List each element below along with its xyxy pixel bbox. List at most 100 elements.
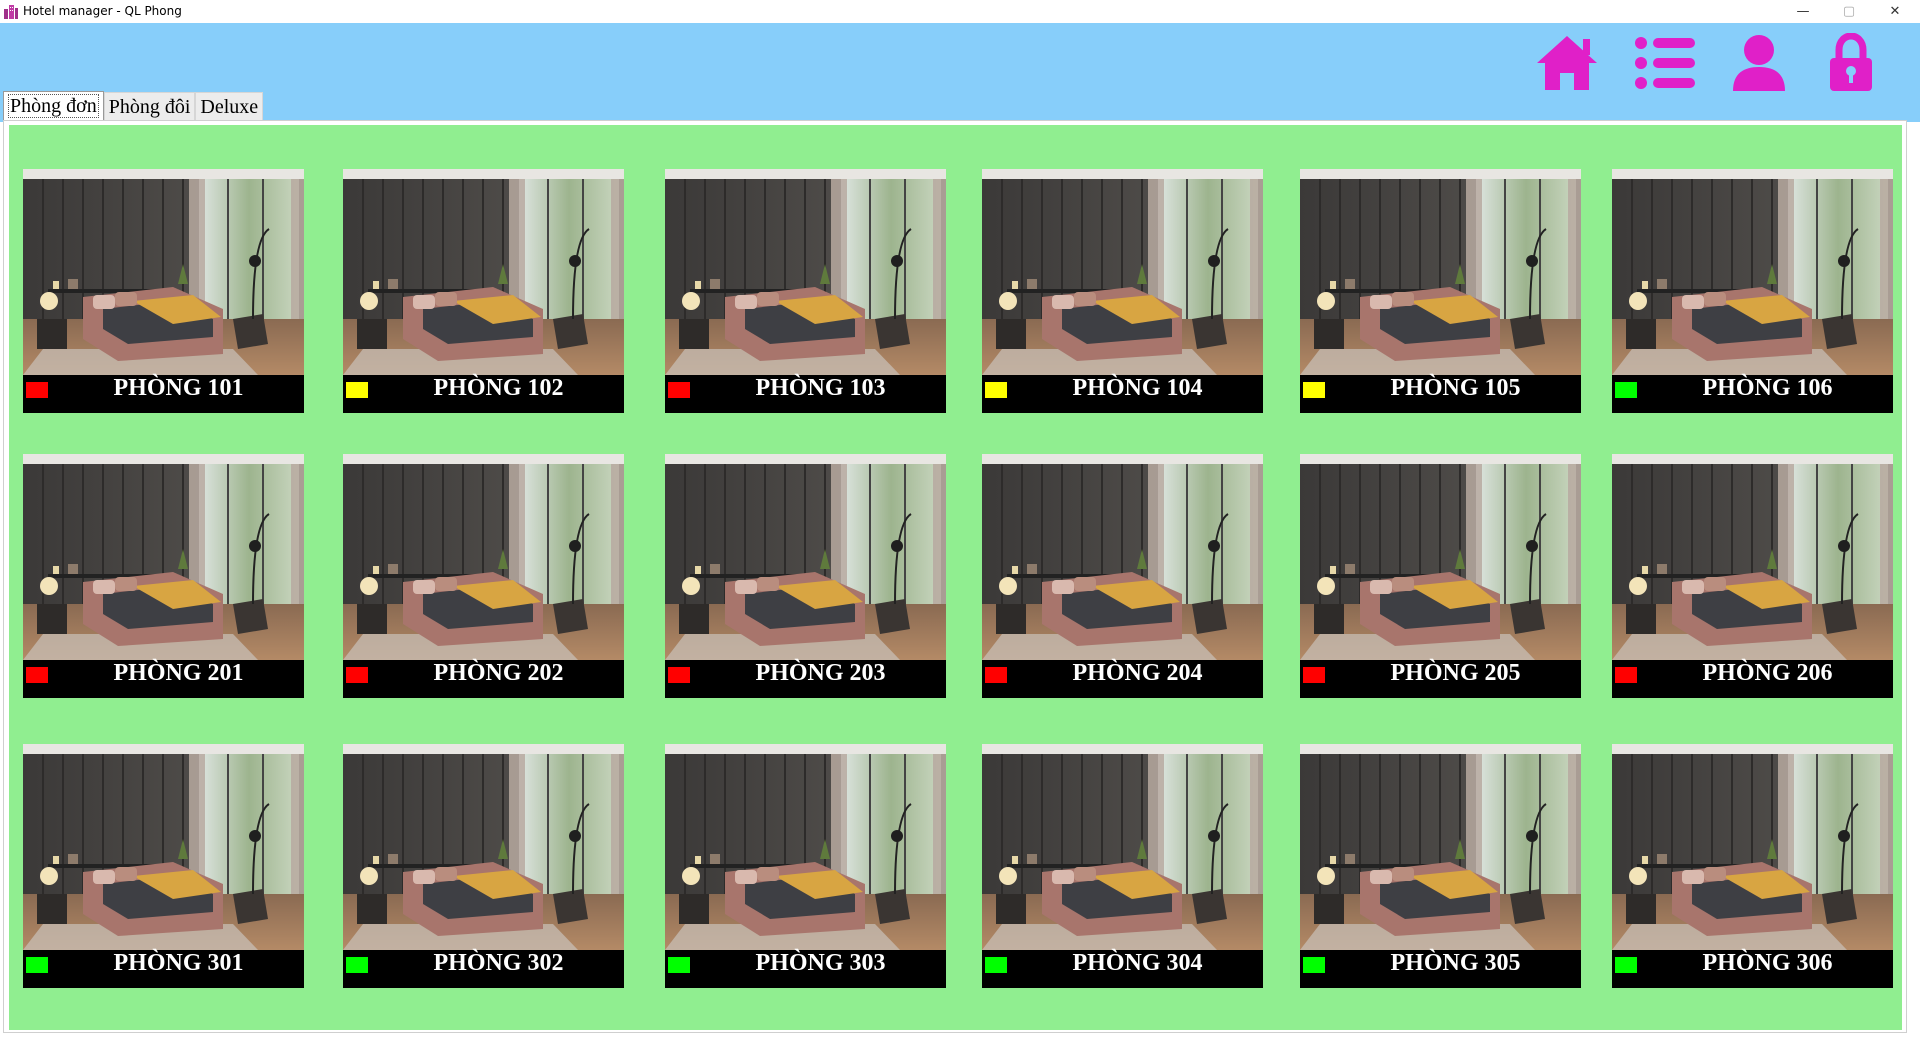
minimize-button[interactable]: — (1780, 0, 1826, 23)
room-name: PHÒNG 302 (433, 950, 564, 976)
status-indicator (26, 382, 48, 398)
tab-content-panel: PHÒNG 101 PHÒNG 102 PHÒNG 103 PHÒNG 104 … (3, 120, 1907, 1033)
room-name: PHÒNG 306 (1702, 950, 1833, 976)
room-photo (343, 169, 624, 375)
room-card[interactable]: PHÒNG 306 (1612, 744, 1893, 988)
room-name: PHÒNG 202 (433, 660, 564, 686)
room-photo (665, 169, 946, 375)
status-indicator (985, 382, 1007, 398)
room-card[interactable]: PHÒNG 305 (1300, 744, 1581, 988)
status-indicator (26, 957, 48, 973)
room-label-bar: PHÒNG 104 (982, 375, 1263, 413)
room-card[interactable]: PHÒNG 102 (343, 169, 624, 413)
room-label-bar: PHÒNG 204 (982, 660, 1263, 698)
room-name: PHÒNG 101 (113, 375, 244, 401)
room-label-bar: PHÒNG 302 (343, 950, 624, 988)
room-photo (982, 169, 1263, 375)
room-card[interactable]: PHÒNG 203 (665, 454, 946, 698)
room-photo (343, 454, 624, 660)
room-card[interactable]: PHÒNG 304 (982, 744, 1263, 988)
room-name: PHÒNG 105 (1390, 375, 1521, 401)
tab-phong-don[interactable]: Phòng đơn (3, 91, 104, 120)
room-name: PHÒNG 206 (1702, 660, 1833, 686)
room-name: PHÒNG 102 (433, 375, 564, 401)
room-photo (23, 744, 304, 950)
room-photo (982, 744, 1263, 950)
lock-icon[interactable] (1818, 33, 1884, 93)
status-indicator (985, 667, 1007, 683)
room-name: PHÒNG 104 (1072, 375, 1203, 401)
room-label-bar: PHÒNG 304 (982, 950, 1263, 988)
room-name: PHÒNG 304 (1072, 950, 1203, 976)
status-indicator (668, 667, 690, 683)
room-photo (982, 454, 1263, 660)
user-icon[interactable] (1726, 33, 1792, 93)
tab-phong-doi[interactable]: Phòng đôi (103, 92, 196, 120)
room-card[interactable]: PHÒNG 105 (1300, 169, 1581, 413)
room-name: PHÒNG 303 (755, 950, 886, 976)
status-indicator (26, 667, 48, 683)
room-label-bar: PHÒNG 106 (1612, 375, 1893, 413)
room-card[interactable]: PHÒNG 202 (343, 454, 624, 698)
room-photo (343, 744, 624, 950)
window-title-bar: Hotel manager - QL Phong — ▢ ✕ (0, 0, 1920, 23)
header-bar (0, 23, 1920, 122)
room-label-bar: PHÒNG 202 (343, 660, 624, 698)
room-label-bar: PHÒNG 301 (23, 950, 304, 988)
room-label-bar: PHÒNG 306 (1612, 950, 1893, 988)
close-button[interactable]: ✕ (1872, 0, 1918, 23)
room-photo (665, 454, 946, 660)
room-label-bar: PHÒNG 203 (665, 660, 946, 698)
list-icon[interactable] (1633, 33, 1699, 93)
room-label-bar: PHÒNG 103 (665, 375, 946, 413)
status-indicator (346, 957, 368, 973)
room-card[interactable]: PHÒNG 206 (1612, 454, 1893, 698)
room-card[interactable]: PHÒNG 302 (343, 744, 624, 988)
room-type-tabs: Phòng đơn Phòng đôi Deluxe (3, 91, 264, 121)
status-indicator (1615, 382, 1637, 398)
status-indicator (1303, 667, 1325, 683)
status-indicator (1303, 382, 1325, 398)
room-card[interactable]: PHÒNG 103 (665, 169, 946, 413)
room-name: PHÒNG 103 (755, 375, 886, 401)
status-indicator (1615, 957, 1637, 973)
status-indicator (668, 957, 690, 973)
room-label-bar: PHÒNG 206 (1612, 660, 1893, 698)
room-label-bar: PHÒNG 201 (23, 660, 304, 698)
room-name: PHÒNG 305 (1390, 950, 1521, 976)
window-title: Hotel manager - QL Phong (23, 4, 182, 18)
room-name: PHÒNG 106 (1702, 375, 1833, 401)
status-indicator (668, 382, 690, 398)
room-label-bar: PHÒNG 303 (665, 950, 946, 988)
room-name: PHÒNG 203 (755, 660, 886, 686)
room-card[interactable]: PHÒNG 104 (982, 169, 1263, 413)
room-name: PHÒNG 201 (113, 660, 244, 686)
room-photo (665, 744, 946, 950)
room-label-bar: PHÒNG 305 (1300, 950, 1581, 988)
status-indicator (346, 667, 368, 683)
room-card[interactable]: PHÒNG 106 (1612, 169, 1893, 413)
room-name: PHÒNG 205 (1390, 660, 1521, 686)
room-card[interactable]: PHÒNG 201 (23, 454, 304, 698)
room-card[interactable]: PHÒNG 301 (23, 744, 304, 988)
room-photo (1612, 744, 1893, 950)
app-icon (4, 5, 18, 19)
status-indicator (985, 957, 1007, 973)
status-indicator (1615, 667, 1637, 683)
room-card[interactable]: PHÒNG 205 (1300, 454, 1581, 698)
home-icon[interactable] (1534, 33, 1600, 93)
room-photo (23, 169, 304, 375)
status-indicator (1303, 957, 1325, 973)
tab-deluxe[interactable]: Deluxe (195, 92, 264, 120)
room-photo (23, 454, 304, 660)
room-name: PHÒNG 204 (1072, 660, 1203, 686)
room-name: PHÒNG 301 (113, 950, 244, 976)
maximize-button[interactable]: ▢ (1826, 0, 1872, 23)
room-photo (1300, 169, 1581, 375)
room-card[interactable]: PHÒNG 204 (982, 454, 1263, 698)
room-label-bar: PHÒNG 205 (1300, 660, 1581, 698)
room-card[interactable]: PHÒNG 101 (23, 169, 304, 413)
room-label-bar: PHÒNG 101 (23, 375, 304, 413)
room-card[interactable]: PHÒNG 303 (665, 744, 946, 988)
room-photo (1612, 169, 1893, 375)
